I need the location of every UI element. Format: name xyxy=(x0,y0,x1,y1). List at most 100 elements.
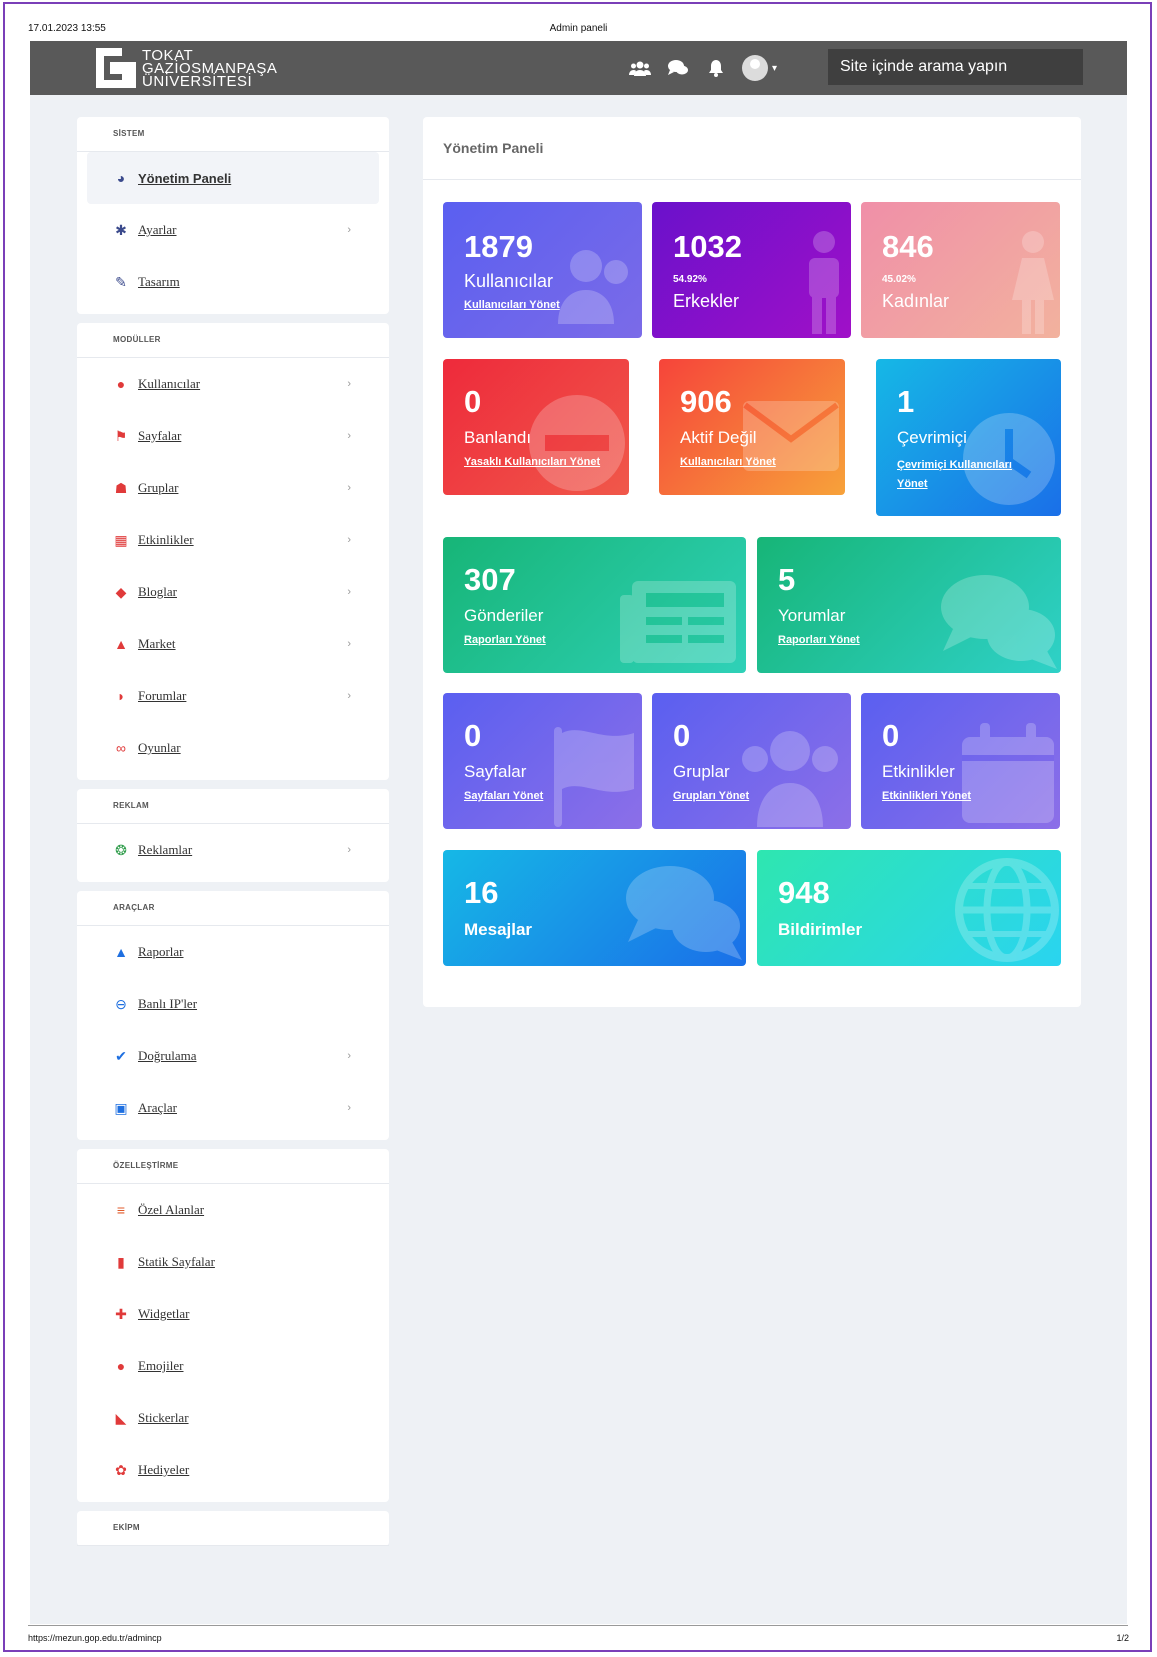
chevron-right-icon: › xyxy=(347,586,351,598)
sidebar-item[interactable]: ∞ Oyunlar xyxy=(77,722,389,774)
sidebar-item[interactable]: ◕ Yönetim Paneli xyxy=(87,152,379,204)
sidebar-item[interactable]: ▦ Etkinlikler › xyxy=(77,514,389,566)
messages-card[interactable]: 16 Mesajlar xyxy=(443,850,746,966)
females-label: Kadınlar xyxy=(882,291,950,311)
sidebar-item[interactable]: ✚ Widgetlar xyxy=(77,1288,389,1340)
sidebar-item[interactable]: ◆ Bloglar › xyxy=(77,566,389,618)
pages-card[interactable]: 0 Sayfalar Sayfaları Yönet xyxy=(443,693,642,829)
bag-icon: ▲ xyxy=(114,636,128,652)
ads-icon: ❂ xyxy=(115,841,127,858)
sidebar-item-label: Araçlar xyxy=(138,1100,177,1115)
flag-icon xyxy=(554,727,634,827)
posts-count: 307 xyxy=(464,562,516,597)
groups-card[interactable]: 0 Gruplar Grupları Yönet xyxy=(652,693,851,829)
sidebar-item[interactable]: ✱ Ayarlar › xyxy=(77,204,389,256)
chevron-right-icon: › xyxy=(347,1102,351,1114)
inactive-manage-link[interactable]: Kullanıcıları Yönet xyxy=(680,456,776,468)
sidebar-group: ÖZELLEŞTİRME ≡ Özel Alanlar ▮ Statik Sayfala… xyxy=(77,1149,389,1502)
sidebar-item[interactable]: ▲ Market › xyxy=(77,618,389,670)
chevron-right-icon: › xyxy=(347,482,351,494)
online-manage-link[interactable]: Çevrimiçi Kullanıcıları Yönet xyxy=(897,456,1027,494)
online-count: 1 xyxy=(897,384,915,419)
groups-label: Gruplar xyxy=(673,762,730,781)
users-icon xyxy=(742,731,838,827)
sidebar-group-title: MODÜLLER xyxy=(77,323,389,358)
inactive-card[interactable]: 906 Aktif Değil Kullanıcıları Yönet xyxy=(659,359,845,495)
sidebar-item[interactable]: ✔ Doğrulama › xyxy=(77,1030,389,1082)
sidebar-item[interactable]: ☗ Gruplar › xyxy=(77,462,389,514)
posts-card[interactable]: 307 Gönderiler Raporları Yönet xyxy=(443,537,746,673)
brush-icon: ✎ xyxy=(115,273,127,290)
events-label: Etkinlikler xyxy=(882,762,955,781)
sidebar-item[interactable]: ⊖ Banlı IP'ler xyxy=(77,978,389,1030)
sidebar-item[interactable]: ◗ Forumlar › xyxy=(77,670,389,722)
print-page-number: 1/2 xyxy=(1116,1633,1129,1643)
ban-icon: ⊖ xyxy=(115,995,127,1012)
chevron-right-icon: › xyxy=(347,534,351,546)
sidebar-group-title: ARAÇLAR xyxy=(77,891,389,926)
footer-divider xyxy=(28,1625,1128,1626)
messages-label: Mesajlar xyxy=(464,920,533,939)
sidebar-item[interactable]: ❂ Reklamlar › xyxy=(77,824,389,876)
messages-count: 16 xyxy=(464,875,499,910)
friends-icon[interactable] xyxy=(628,56,652,80)
check-circle-icon: ✔ xyxy=(115,1047,127,1064)
search-input[interactable]: Site içinde arama yapın xyxy=(828,49,1083,85)
banned-card[interactable]: 0 Banlandı Yasaklı Kullanıcıları Yönet xyxy=(443,359,629,495)
chevron-right-icon: › xyxy=(347,1050,351,1062)
events-card[interactable]: 0 Etkinlikler Etkinlikleri Yönet xyxy=(861,693,1060,829)
sticker-icon: ◣ xyxy=(115,1409,127,1426)
online-card[interactable]: 1 Çevrimiçi Çevrimiçi Kullanıcıları Yöne… xyxy=(876,359,1061,516)
sidebar-item[interactable]: ● Emojiler xyxy=(77,1340,389,1392)
posts-manage-link[interactable]: Raporları Yönet xyxy=(464,634,546,646)
puzzle-icon: ✚ xyxy=(115,1305,127,1322)
sidebar-group: MODÜLLER ● Kullanıcılar › ⚑ Sayfalar › ☗ Gruplar… xyxy=(77,323,389,780)
gear-icon: ✱ xyxy=(115,221,127,238)
banned-manage-link[interactable]: Yasaklı Kullanıcıları Yönet xyxy=(464,456,600,468)
users-card[interactable]: 1879 Kullanıcılar Kullanıcıları Yönet xyxy=(443,202,642,338)
pages-label: Sayfalar xyxy=(464,762,527,781)
comments-manage-link[interactable]: Raporları Yönet xyxy=(778,634,860,646)
chevron-right-icon: › xyxy=(347,690,351,702)
notifications-card[interactable]: 948 Bildirimler xyxy=(757,850,1061,966)
users-manage-link[interactable]: Kullanıcıları Yönet xyxy=(464,299,560,311)
header-icons: ▾ xyxy=(628,55,777,81)
avatar[interactable] xyxy=(742,55,768,81)
groups-manage-link[interactable]: Grupları Yönet xyxy=(673,790,749,802)
sidebar-group-title: ÖZELLEŞTİRME xyxy=(77,1149,389,1184)
toolbox-icon: ▣ xyxy=(114,1099,128,1116)
flag-icon: ⚑ xyxy=(114,427,128,444)
sidebar-item[interactable]: ⚑ Sayfalar › xyxy=(77,410,389,462)
gamepad-icon: ∞ xyxy=(116,740,126,756)
sidebar-item[interactable]: ✿ Hediyeler xyxy=(77,1444,389,1496)
emoji-icon: ● xyxy=(116,1358,126,1374)
chat-icon[interactable] xyxy=(666,56,690,80)
sidebar-item-label: Emojiler xyxy=(138,1358,184,1373)
print-url: https://mezun.gop.edu.tr/admincp xyxy=(28,1633,162,1643)
inactive-count: 906 xyxy=(680,384,732,419)
sidebar-item[interactable]: ▣ Araçlar › xyxy=(77,1082,389,1134)
females-card[interactable]: 846 45.02% Kadınlar xyxy=(861,202,1060,338)
events-manage-link[interactable]: Etkinlikleri Yönet xyxy=(882,790,971,802)
sidebar-item[interactable]: ≡ Özel Alanlar xyxy=(77,1184,389,1236)
pages-manage-link[interactable]: Sayfaları Yönet xyxy=(464,790,543,802)
bell-icon[interactable] xyxy=(704,56,728,80)
sidebar-item-label: Doğrulama xyxy=(138,1048,197,1063)
sidebar-item-label: Stickerlar xyxy=(138,1410,189,1425)
university-logo[interactable]: TOKAT GAZİOSMANPAŞA ÜNİVERSİTESİ xyxy=(96,45,277,91)
globe-icon xyxy=(955,858,1059,962)
sidebar-item-label: Özel Alanlar xyxy=(138,1202,205,1217)
males-card[interactable]: 1032 54.92% Erkekler xyxy=(652,202,851,338)
inactive-label: Aktif Değil xyxy=(680,428,757,447)
sidebar-item[interactable]: ▮ Statik Sayfalar xyxy=(77,1236,389,1288)
events-count: 0 xyxy=(882,718,900,753)
chevron-down-icon[interactable]: ▾ xyxy=(772,63,777,74)
gift-icon: ✿ xyxy=(115,1461,127,1478)
sidebar-item[interactable]: ▲ Raporlar xyxy=(77,926,389,978)
sidebar-item[interactable]: ◣ Stickerlar xyxy=(77,1392,389,1444)
sidebar-item[interactable]: ✎ Tasarım xyxy=(77,256,389,308)
sidebar-item[interactable]: ● Kullanıcılar › xyxy=(77,358,389,410)
sidebar-item-label: Oyunlar xyxy=(138,740,181,755)
users-label: Kullanıcılar xyxy=(464,271,554,291)
comments-card[interactable]: 5 Yorumlar Raporları Yönet xyxy=(757,537,1061,673)
